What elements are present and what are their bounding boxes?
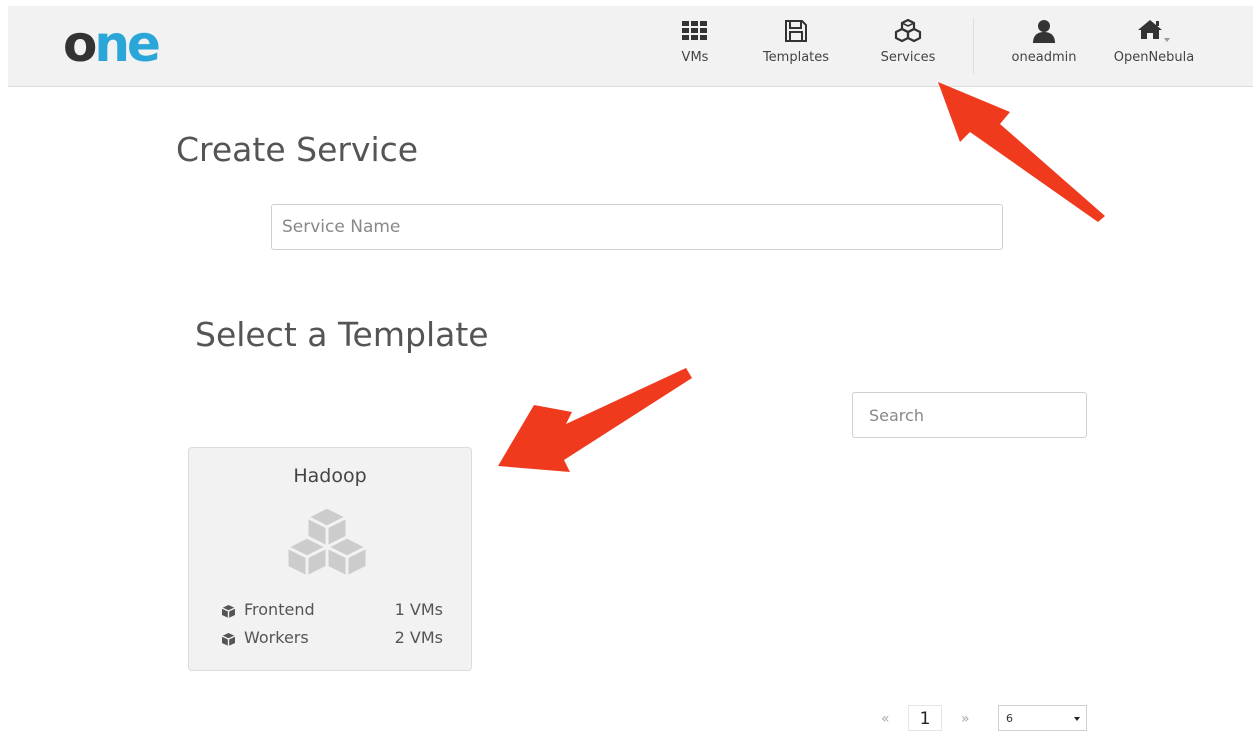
role-name: Frontend	[244, 600, 315, 619]
cubes-icon	[285, 505, 369, 579]
nav-services-label: Services	[880, 50, 936, 65]
select-template-heading: Select a Template	[195, 315, 489, 354]
template-card-title: Hadoop	[293, 465, 367, 487]
cube-icon	[221, 633, 236, 646]
role-name: Workers	[244, 628, 309, 647]
template-search-input[interactable]	[852, 392, 1087, 438]
top-navbar: one VMs Templates Services oneadmin Open…	[8, 6, 1253, 87]
nav-user-menu[interactable]: oneadmin	[1008, 18, 1080, 65]
home-icon	[1138, 20, 1170, 42]
nav-services[interactable]: Services	[878, 18, 938, 65]
user-icon	[1033, 20, 1055, 43]
pagination-current-page[interactable]: 1	[908, 705, 942, 731]
cubes-icon	[894, 18, 922, 43]
annotation-arrow-services	[938, 82, 1105, 222]
nav-divider	[973, 18, 974, 74]
role-row-workers: Workers 2 VMs	[221, 628, 443, 650]
opennebula-logo[interactable]: one	[63, 14, 161, 74]
nav-templates[interactable]: Templates	[756, 18, 836, 65]
pagination-next[interactable]: »	[961, 711, 970, 727]
nav-user-label: oneadmin	[1011, 50, 1077, 65]
logo-part-accent: ne	[94, 15, 160, 73]
page-size-select[interactable]: 6	[998, 705, 1087, 731]
nav-vms-label: VMs	[681, 50, 709, 65]
nav-zone-menu[interactable]: OpenNebula	[1111, 18, 1197, 65]
role-vm-count: 2 VMs	[394, 628, 443, 647]
template-card-hadoop[interactable]: Hadoop Frontend 1 VMs Workers 2 VMs	[188, 447, 472, 671]
grid-icon	[682, 21, 707, 40]
role-vm-count: 1 VMs	[394, 600, 443, 619]
nav-zone-label: OpenNebula	[1113, 50, 1195, 65]
annotation-arrow-template	[498, 368, 692, 472]
chevron-down-icon	[1074, 717, 1080, 721]
page-size-value: 6	[1006, 712, 1013, 725]
create-service-heading: Create Service	[176, 130, 419, 169]
role-row-frontend: Frontend 1 VMs	[221, 600, 443, 622]
logo-part-dark: o	[63, 15, 97, 73]
nav-templates-label: Templates	[762, 50, 830, 65]
pagination-prev[interactable]: «	[881, 711, 890, 727]
service-name-input[interactable]	[271, 204, 1003, 250]
nav-vms[interactable]: VMs	[673, 18, 717, 65]
cube-icon	[221, 605, 236, 618]
save-icon	[785, 20, 807, 42]
